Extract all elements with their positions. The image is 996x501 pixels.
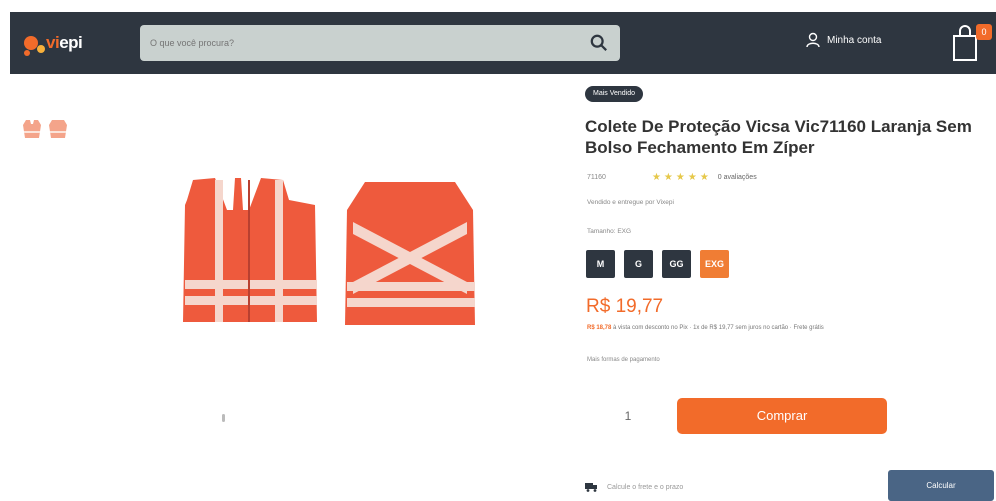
thumbnail-back[interactable] xyxy=(48,118,68,140)
pix-price: R$ 18,78 xyxy=(587,325,612,331)
product-sku: 71160 xyxy=(587,174,606,181)
account-label: Minha conta xyxy=(827,34,882,46)
cart-button[interactable]: 0 xyxy=(948,22,992,62)
site-logo[interactable]: viepi xyxy=(24,26,94,60)
vest-back-illustration xyxy=(345,182,475,325)
vest-front-illustration xyxy=(183,178,317,322)
product-price: R$ 19,77 xyxy=(586,296,664,317)
user-icon xyxy=(806,32,820,48)
shipping-calculator: Calcule o frete e o prazo xyxy=(585,482,683,492)
shipping-label: Calcule o frete e o prazo xyxy=(607,483,684,491)
truck-icon xyxy=(585,483,597,492)
size-option-exg[interactable]: EXG xyxy=(700,250,729,278)
search-bar xyxy=(140,25,620,61)
search-input[interactable] xyxy=(150,25,570,61)
installment-text: à vista com desconto no Pix · 1x de R$ 1… xyxy=(613,325,824,331)
installment-info: R$ 18,78 à vista com desconto no Pix · 1… xyxy=(587,324,967,332)
size-option-gg[interactable]: GG xyxy=(662,250,691,278)
cart-count-badge: 0 xyxy=(976,24,992,40)
account-link[interactable]: Minha conta xyxy=(805,32,881,48)
product-meta: 71160 ★★★★★ 0 avaliações xyxy=(587,172,757,183)
more-payment-options-link[interactable]: Mais formas de pagamento xyxy=(587,357,660,363)
size-label: Tamanho: EXG xyxy=(587,228,632,235)
buy-button[interactable]: Comprar xyxy=(677,398,887,434)
rating-count[interactable]: 0 avaliações xyxy=(718,174,757,181)
calculate-shipping-button[interactable]: Calcular xyxy=(888,470,994,501)
logo-mark-icon xyxy=(24,36,38,50)
quantity-stepper[interactable]: 1 xyxy=(598,398,658,434)
image-thumbnails xyxy=(22,118,68,140)
product-title: Colete De Proteção Vicsa Vic71160 Laranj… xyxy=(585,117,972,157)
carousel-indicator[interactable] xyxy=(222,414,225,422)
size-option-g[interactable]: G xyxy=(624,250,653,278)
logo-text: viepi xyxy=(46,33,83,52)
search-icon[interactable] xyxy=(590,34,608,52)
rating-stars-icon[interactable]: ★★★★★ xyxy=(652,172,712,183)
site-header: viepi Minha conta 0 xyxy=(10,12,996,74)
thumbnail-front[interactable] xyxy=(22,118,42,140)
size-selector: M G GG EXG xyxy=(586,250,729,278)
best-seller-badge: Mais Vendido xyxy=(585,86,644,102)
product-main-image xyxy=(183,178,475,325)
seller-info: Vendido e entregue por Vixepi xyxy=(587,199,674,206)
size-option-m[interactable]: M xyxy=(586,250,615,278)
